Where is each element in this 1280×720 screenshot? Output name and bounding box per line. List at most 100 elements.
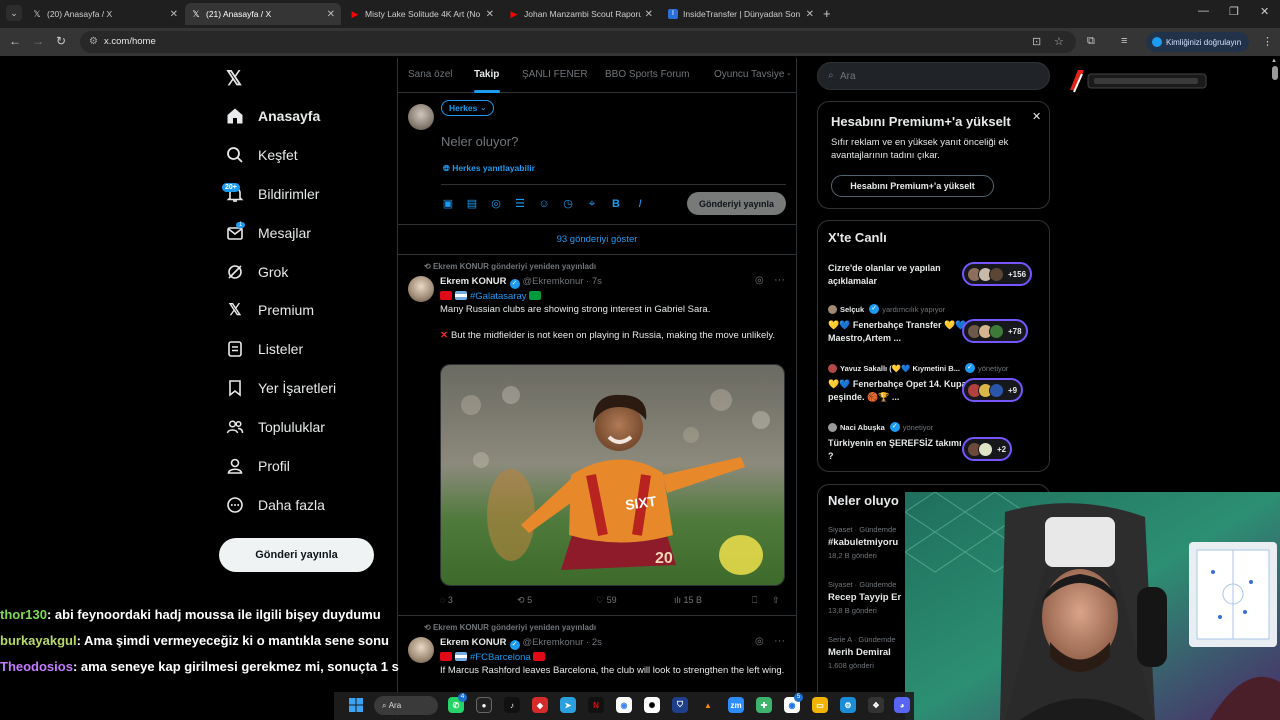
author-name[interactable]: Ekrem KONUR bbox=[440, 637, 507, 648]
italic-icon[interactable]: I bbox=[633, 197, 647, 211]
premium-upgrade-button[interactable]: Hesabını Premium+'a yükselt bbox=[831, 175, 994, 197]
tweet-time[interactable]: · 7s bbox=[586, 276, 602, 287]
live-listeners[interactable]: +78 bbox=[962, 319, 1028, 343]
sidebar-item-home[interactable]: Anasayfa bbox=[226, 104, 320, 128]
taskbar-search[interactable]: ⌕ Ara bbox=[374, 696, 438, 715]
author-name[interactable]: Ekrem KONUR bbox=[440, 276, 507, 287]
gif-icon[interactable]: ▤ bbox=[465, 197, 479, 211]
live-item[interactable]: Selçuk ✓ yardımcılık yapıyor 💛💙 Fenerbahç… bbox=[828, 303, 1043, 349]
hashtag-link[interactable]: #FCBarcelona bbox=[470, 652, 531, 663]
live-listeners[interactable]: +9 bbox=[962, 378, 1024, 402]
live-item[interactable]: Naci Abuşka ✓ yönetiyor Türkiyenin en ŞER… bbox=[828, 421, 1043, 467]
grok-icon[interactable]: ◎ bbox=[489, 197, 503, 211]
sidebar-item-more[interactable]: Daha fazla bbox=[226, 493, 325, 517]
tweet[interactable]: ⟲ Ekrem KONUR gönderiyi yeniden yayınlad… bbox=[398, 617, 796, 692]
tweet-photo[interactable]: SIXT 20 bbox=[440, 364, 785, 586]
like-button[interactable]: ♡ 59 bbox=[596, 595, 617, 606]
sidebar-item-grok[interactable]: Grok bbox=[226, 260, 288, 284]
views-button[interactable]: ılı 15 B bbox=[674, 595, 702, 605]
minimize-icon[interactable]: — bbox=[1198, 5, 1209, 17]
live-item[interactable]: Yavuz Sakallı (💛💙 Kıymetini B... ✓ yöneti… bbox=[828, 362, 1043, 408]
back-icon[interactable]: ← bbox=[9, 34, 21, 48]
sidebar-item-notifications[interactable]: Bildirimler bbox=[226, 182, 319, 206]
more-icon[interactable]: ··· bbox=[774, 635, 785, 647]
tab-for-you[interactable]: Sana özel bbox=[408, 69, 452, 80]
identity-button[interactable]: Kimliğinizi doğrulayın bbox=[1146, 32, 1250, 52]
browser-tab-active[interactable]: 𝕏 (21) Anasayfa / X ✕ bbox=[185, 3, 341, 25]
compose-post-button[interactable]: Gönderiyi yayınla bbox=[687, 192, 786, 215]
more-icon[interactable]: ··· bbox=[774, 274, 785, 286]
reload-icon[interactable]: ↻ bbox=[56, 34, 66, 48]
bitwarden-icon[interactable]: ⛉ bbox=[672, 697, 688, 713]
chatgpt-icon[interactable]: ✺ bbox=[644, 697, 660, 713]
chrome-icon[interactable]: ◉ bbox=[616, 697, 632, 713]
author-handle[interactable]: @Ekremkonur bbox=[523, 276, 584, 287]
file-explorer-icon[interactable]: ▭ bbox=[812, 697, 828, 713]
close-icon[interactable]: ✕ bbox=[1032, 110, 1041, 123]
live-listeners[interactable]: +156 bbox=[962, 262, 1033, 286]
hashtag-link[interactable]: #Galatasaray bbox=[470, 291, 527, 302]
tiktok-icon[interactable]: ♪ bbox=[504, 697, 520, 713]
maximize-icon[interactable]: ❐ bbox=[1229, 5, 1239, 18]
app-icon[interactable]: ✚ bbox=[756, 697, 772, 713]
browser-menu-icon[interactable]: ⋮ bbox=[1262, 35, 1273, 48]
browser-tab[interactable]: ▶ Johan Manzambi Scout Raporu ✕ bbox=[503, 3, 659, 25]
x-logo-icon[interactable]: 𝕏 bbox=[226, 66, 242, 91]
audience-selector[interactable]: Herkes ⌄ bbox=[441, 100, 495, 116]
forward-icon[interactable]: → bbox=[32, 34, 44, 48]
windows-start-icon[interactable] bbox=[348, 697, 364, 713]
share-icon[interactable]: ⇧ bbox=[772, 595, 780, 606]
image-icon[interactable]: ▣ bbox=[441, 197, 455, 211]
compose-input[interactable]: Neler oluyor? bbox=[441, 134, 518, 149]
vlc-icon[interactable]: ▲ bbox=[700, 697, 716, 713]
live-item[interactable]: Cizre'de olanlar ve yapılan açıklamalar … bbox=[828, 261, 1043, 291]
author-handle[interactable]: @Ekremkonur bbox=[523, 637, 584, 648]
schedule-icon[interactable]: ◷ bbox=[561, 197, 575, 211]
sidebar-item-premium[interactable]: 𝕏 Premium bbox=[226, 298, 314, 322]
github-icon[interactable]: ● bbox=[476, 697, 492, 713]
tab-oyuncu-tavsiye[interactable]: Oyuncu Tavsiye - bbox=[714, 69, 791, 80]
sidebar-item-profile[interactable]: Profil bbox=[226, 454, 290, 478]
sidebar-item-lists[interactable]: Listeler bbox=[226, 337, 303, 361]
new-tab-button[interactable]: + bbox=[823, 6, 831, 21]
live-listeners[interactable]: +2 bbox=[962, 437, 1013, 461]
grok-icon[interactable]: ◎ bbox=[755, 275, 764, 286]
close-icon[interactable]: ✕ bbox=[645, 9, 653, 20]
browser-tab[interactable]: 𝕏 (20) Anasayfa / X ✕ bbox=[26, 3, 184, 25]
reply-setting[interactable]: 🌐︎ Herkes yanıtlayabilir bbox=[443, 163, 535, 174]
bookmark-star-icon[interactable]: ☆ bbox=[1054, 35, 1064, 48]
telegram-icon[interactable]: ➤ bbox=[560, 697, 576, 713]
emoji-icon[interactable]: ☺ bbox=[537, 197, 551, 211]
grok-icon[interactable]: ◎ bbox=[755, 636, 764, 647]
sidebar-item-communities[interactable]: Topluluklar bbox=[226, 415, 325, 439]
avatar[interactable] bbox=[408, 276, 434, 302]
browser-tab[interactable]: I InsideTransfer | Dünyadan Son ✕ bbox=[662, 3, 820, 25]
reply-button[interactable]: ◌ 3 bbox=[440, 595, 453, 605]
browser-tab[interactable]: ▶ Misty Lake Solitude 4K Art (No ✕ bbox=[344, 3, 500, 25]
window-close-icon[interactable]: ✕ bbox=[1260, 5, 1269, 18]
scrollbar-thumb[interactable] bbox=[1272, 66, 1278, 80]
discord-icon[interactable]: ◕ bbox=[894, 697, 910, 713]
post-button[interactable]: Gönderi yayınla bbox=[219, 538, 374, 572]
media-app-icon[interactable]: ◆ bbox=[532, 697, 548, 713]
system-app-icon[interactable]: ❖ bbox=[868, 697, 884, 713]
sidebar-item-bookmarks[interactable]: Yer İşaretleri bbox=[226, 376, 336, 400]
tweet[interactable]: ⟲ Ekrem KONUR gönderiyi yeniden yayınlad… bbox=[398, 256, 796, 616]
netflix-icon[interactable]: N bbox=[588, 697, 604, 713]
bookmark-icon[interactable]: ⎕ bbox=[752, 595, 757, 606]
tab-bbo-sports-forum[interactable]: BBO Sports Forum bbox=[605, 69, 689, 80]
location-icon[interactable]: ⌖ bbox=[585, 197, 599, 211]
tweet-time[interactable]: · 2s bbox=[586, 637, 602, 648]
address-bar[interactable]: ⚙ x.com/home ⊡ ☆ bbox=[80, 31, 1076, 53]
site-info-icon[interactable]: ⚙ bbox=[89, 36, 98, 47]
zoom-icon[interactable]: zm bbox=[728, 697, 744, 713]
scroll-up-icon[interactable]: ▲ bbox=[1271, 58, 1277, 64]
poll-icon[interactable]: ☰ bbox=[513, 197, 527, 211]
bold-icon[interactable]: B bbox=[609, 197, 623, 211]
repost-button[interactable]: ⟲ 5 bbox=[517, 595, 532, 606]
close-icon[interactable]: ✕ bbox=[806, 9, 814, 20]
extensions-icon[interactable]: ⧉ bbox=[1087, 35, 1095, 48]
tab-search-button[interactable]: ⌄ bbox=[6, 5, 22, 21]
close-icon[interactable]: ✕ bbox=[486, 9, 494, 20]
tab-sanli-fener[interactable]: ŞANLI FENER bbox=[522, 69, 588, 80]
